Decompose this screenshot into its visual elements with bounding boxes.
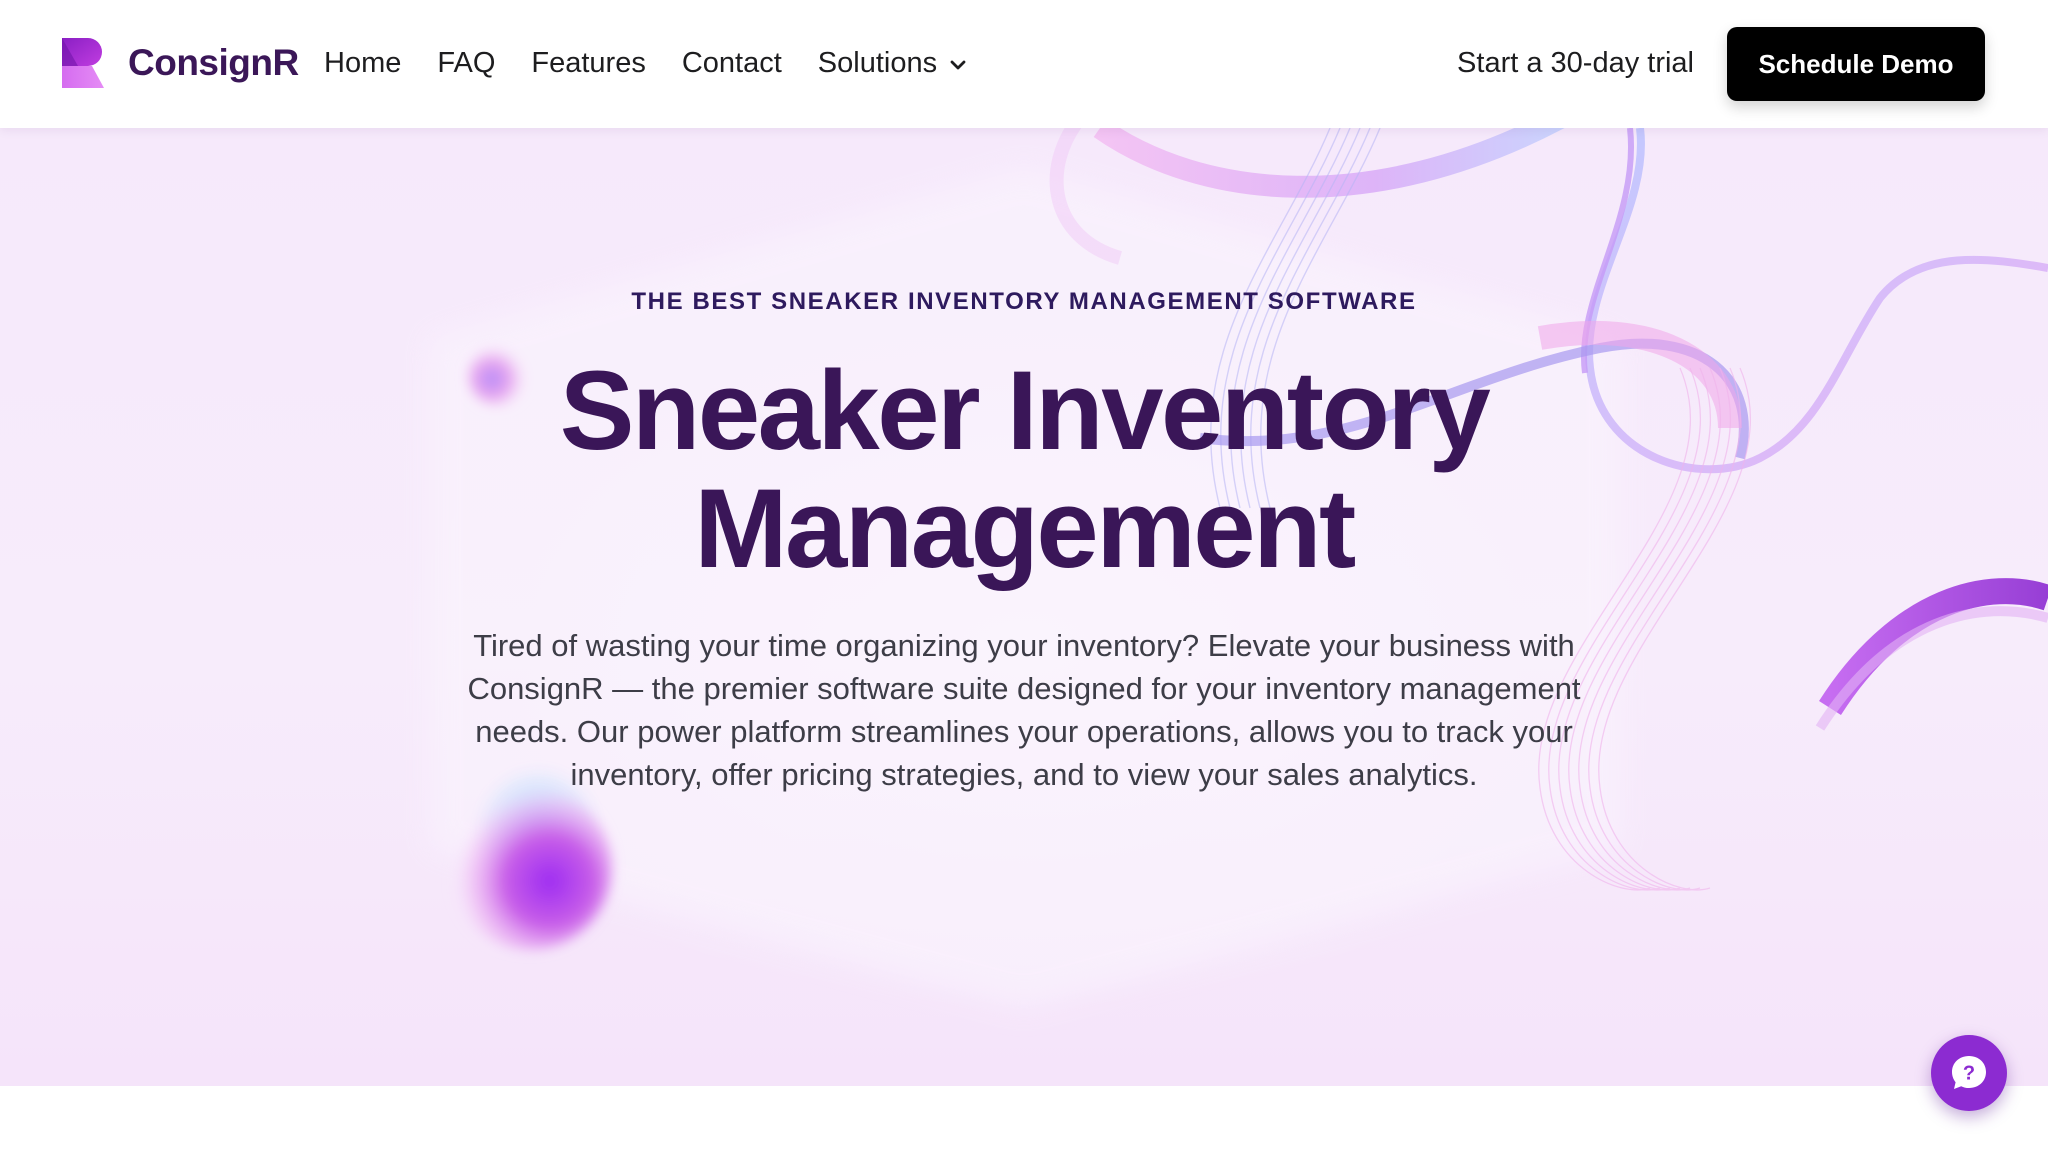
hero-headline: Sneaker Inventory Management xyxy=(0,352,2048,588)
help-chat-button[interactable]: ? xyxy=(1931,1035,2007,1111)
next-section-start xyxy=(0,1086,2048,1152)
hero-eyebrow: THE BEST SNEAKER INVENTORY MANAGEMENT SO… xyxy=(631,288,1417,315)
schedule-demo-button[interactable]: Schedule Demo xyxy=(1727,27,1985,101)
hero-section: THE BEST SNEAKER INVENTORY MANAGEMENT SO… xyxy=(0,128,2048,1086)
nav-link-home[interactable]: Home xyxy=(324,40,401,86)
consignr-logo-icon xyxy=(62,38,104,88)
nav-dropdown-solutions[interactable]: Solutions xyxy=(818,40,967,86)
question-chat-icon: ? xyxy=(1952,1056,1986,1089)
logo[interactable]: ConsignR xyxy=(62,38,299,88)
site-header: ConsignR Home FAQ Features Contact Solut… xyxy=(0,0,2048,128)
start-trial-link[interactable]: Start a 30-day trial xyxy=(1457,40,1694,86)
logo-text: ConsignR xyxy=(128,42,299,83)
hero-description: Tired of wasting your time organizing yo… xyxy=(467,628,1581,792)
main-nav: Home FAQ Features Contact Solutions xyxy=(324,40,1003,86)
svg-text:?: ? xyxy=(1963,1063,1975,1085)
nav-link-faq[interactable]: FAQ xyxy=(437,40,495,86)
nav-link-contact[interactable]: Contact xyxy=(682,40,782,86)
chevron-down-icon xyxy=(950,60,966,70)
hero-headline-line-2: Management xyxy=(694,466,1356,591)
hero-headline-line-1: Sneaker Inventory xyxy=(559,348,1491,473)
nav-dropdown-solutions-label: Solutions xyxy=(817,47,938,79)
nav-link-features[interactable]: Features xyxy=(531,40,645,86)
hero-background-art xyxy=(430,128,2048,1008)
